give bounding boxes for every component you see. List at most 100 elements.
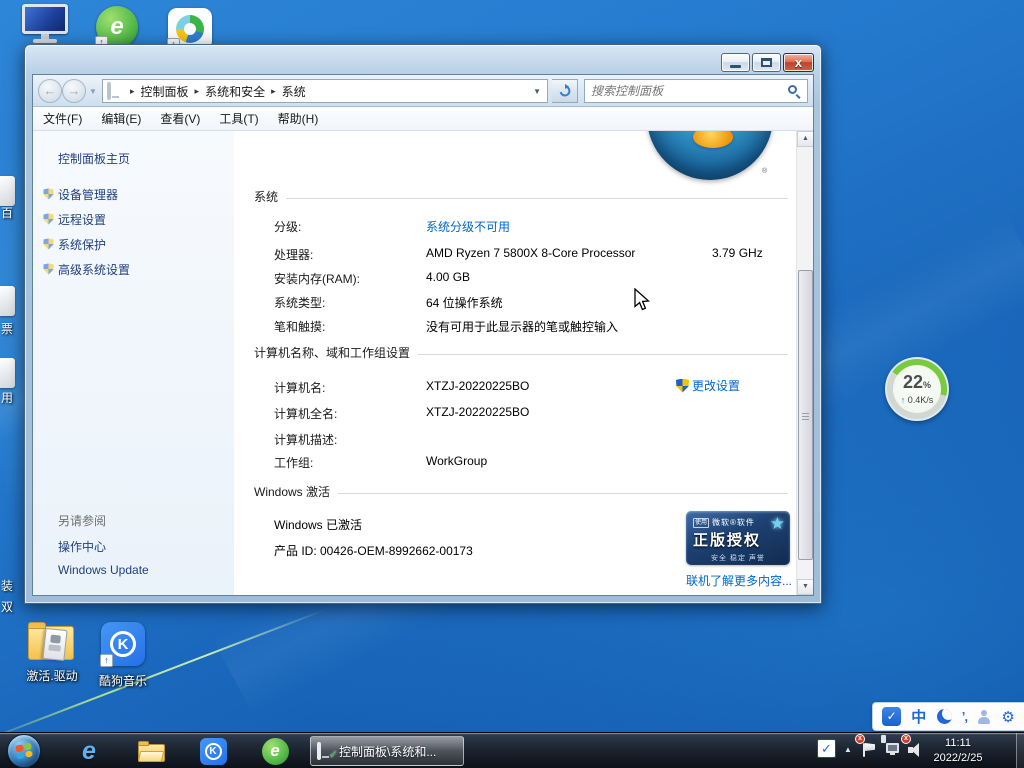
system-control-panel-window: x ← → ▼ ▸ 控制面板 ▸ 系统和安全 ▸ 系统 ▼ <box>24 44 822 604</box>
scrollbar-thumb[interactable] <box>798 270 813 560</box>
sidebar-item-device-manager[interactable]: 设备管理器 <box>58 186 118 203</box>
sidebar-item-advanced-system-settings[interactable]: 高级系统设置 <box>58 261 130 278</box>
sidebar-item-remote-settings[interactable]: 远程设置 <box>58 211 106 228</box>
desktop-icon-activate-driver[interactable]: 激活.驱动 <box>14 622 90 684</box>
breadcrumb-system-security[interactable]: 系统和安全 <box>205 83 265 100</box>
edge-desktop-icon[interactable] <box>0 358 15 388</box>
kugou-icon: K <box>200 738 227 765</box>
learn-more-online-link[interactable]: 联机了解更多内容... <box>686 572 792 589</box>
upload-speed: 0.4K/s <box>908 395 934 405</box>
close-button[interactable]: x <box>783 53 814 72</box>
address-dropdown-icon[interactable]: ▼ <box>533 87 543 96</box>
internet-explorer-icon: e <box>82 737 96 766</box>
search-box[interactable] <box>584 79 808 103</box>
uac-shield-icon <box>43 213 53 224</box>
windows-logo <box>647 131 773 180</box>
360-browser-icon: e <box>262 738 289 765</box>
menu-file[interactable]: 文件(F) <box>43 110 82 127</box>
desktop-icon-computer[interactable] <box>22 4 72 44</box>
row-pen-touch: 笔和触摸: 没有可用于此显示器的笔或触控输入 <box>274 318 788 335</box>
sidebar-item-windows-update[interactable]: Windows Update <box>58 563 149 577</box>
taskbar-item-360-browser[interactable]: e <box>258 737 292 765</box>
row-computer-description: 计算机描述: <box>274 431 788 448</box>
system-page-icon <box>107 84 124 98</box>
ime-chinese-mode-icon[interactable]: 中 <box>911 706 926 727</box>
menu-help[interactable]: 帮助(H) <box>278 110 319 127</box>
taskbar-item-explorer[interactable] <box>134 737 168 765</box>
ime-language-bar[interactable]: ✓ 中 ’, ⚙ <box>872 702 1024 731</box>
show-hidden-icons-button[interactable]: ▲ <box>844 745 852 754</box>
sidebar-item-system-protection[interactable]: 系统保护 <box>58 236 106 253</box>
show-desktop-button[interactable] <box>1016 733 1024 768</box>
address-bar[interactable]: ▸ 控制面板 ▸ 系统和安全 ▸ 系统 ▼ <box>102 79 548 103</box>
scroll-up-button[interactable]: ▲ <box>797 131 814 147</box>
kugou-icon: K ↑ <box>101 622 145 666</box>
desktop-icon-360-browser[interactable]: e ↑ <box>96 6 138 48</box>
window-body: 控制面板主页 设备管理器 远程设置 系统保护 高级系统设置 另请参阅 操作中心 … <box>33 131 813 595</box>
computer-icon <box>22 4 72 44</box>
ime-account-icon[interactable] <box>977 710 991 724</box>
system-window-icon: ✓ <box>317 744 334 758</box>
row-computer-full-name: 计算机全名: XTZJ-20220225BO <box>274 405 788 422</box>
usage-ring: 22% ↑ 0.4K/s <box>887 359 947 419</box>
breadcrumb-separator-icon: ▸ <box>267 86 280 97</box>
recent-pages-dropdown[interactable]: ▼ <box>89 87 97 96</box>
refresh-icon <box>558 84 572 98</box>
section-system: 系统 <box>254 188 788 205</box>
menu-tools[interactable]: 工具(T) <box>219 110 258 127</box>
desktop: e ↑ ↑ 百 票 用 装 双 激活.驱动 K ↑ 酷狗音乐 x ← <box>0 0 1024 768</box>
genuine-microsoft-badge: 使用 微软®软件 ★ 正版授权 安全 稳定 声誉 <box>686 511 790 565</box>
forward-button[interactable]: → <box>62 79 86 103</box>
section-title: 计算机名称、域和工作组设置 <box>254 344 410 361</box>
uac-shield-icon <box>43 238 53 249</box>
change-settings-link[interactable]: 更改设置 <box>676 377 740 394</box>
menu-view[interactable]: 查看(V) <box>160 110 200 127</box>
taskbar-clock[interactable]: 11:11 2022/2/25 <box>922 736 994 766</box>
maximize-button[interactable] <box>752 53 781 72</box>
search-icon[interactable] <box>788 85 801 98</box>
scroll-down-button[interactable]: ▼ <box>797 579 814 595</box>
breadcrumb-separator-icon: ▸ <box>126 86 139 97</box>
badge-star-icon: ★ <box>770 514 785 534</box>
speed-ball-widget[interactable]: 22% ↑ 0.4K/s <box>885 357 949 421</box>
search-input[interactable] <box>591 84 788 98</box>
section-title: Windows 激活 <box>254 483 330 500</box>
window-client-area: ← → ▼ ▸ 控制面板 ▸ 系统和安全 ▸ 系统 ▼ <box>32 74 814 596</box>
row-workgroup: 工作组: WorkGroup <box>274 454 788 471</box>
see-also-header: 另请参阅 <box>58 512 106 529</box>
clock-time: 11:11 <box>922 736 994 751</box>
taskbar-item-kugou[interactable]: K <box>196 737 230 765</box>
start-button[interactable] <box>7 734 41 768</box>
ime-fullwidth-moon-icon[interactable] <box>937 709 952 724</box>
row-system-type: 系统类型: 64 位操作系统 <box>274 294 788 311</box>
ime-logo-icon[interactable]: ✓ <box>882 707 901 726</box>
breadcrumb-system[interactable]: 系统 <box>282 83 306 100</box>
breadcrumb-control-panel[interactable]: 控制面板 <box>141 83 189 100</box>
taskbar: e K e ✓ 控制面板\系统和... ✓ ▲ x x 11 <box>0 732 1024 768</box>
back-button[interactable]: ← <box>38 79 62 103</box>
refresh-button[interactable] <box>552 79 578 103</box>
section-title: 系统 <box>254 188 278 205</box>
minimize-button[interactable] <box>721 53 750 72</box>
taskbar-item-internet-explorer[interactable]: e <box>72 737 106 765</box>
row-memory: 安装内存(RAM): 4.00 GB <box>274 270 788 287</box>
tray-ime-indicator-icon[interactable]: ✓ <box>817 739 836 758</box>
clock-date: 2022/2/25 <box>922 751 994 766</box>
folder-icon <box>138 741 165 762</box>
edge-desktop-icon[interactable] <box>0 176 15 206</box>
rating-unavailable-link[interactable]: 系统分级不可用 <box>426 218 510 235</box>
row-processor: 处理器: AMD Ryzen 7 5800X 8-Core Processor … <box>274 246 788 263</box>
desktop-icon-kugou[interactable]: K ↑ 酷狗音乐 <box>88 622 158 689</box>
sidebar: 控制面板主页 设备管理器 远程设置 系统保护 高级系统设置 另请参阅 操作中心 … <box>33 131 234 595</box>
ime-punctuation-icon[interactable]: ’, <box>962 709 967 724</box>
menu-edit[interactable]: 编辑(E) <box>101 110 141 127</box>
vertical-scrollbar[interactable]: ▲ ▼ <box>796 131 813 595</box>
ime-settings-gear-icon[interactable]: ⚙ <box>1001 708 1014 726</box>
edge-desktop-icon-label: 双 <box>1 598 13 615</box>
edge-desktop-icon[interactable] <box>0 286 15 316</box>
sidebar-item-action-center[interactable]: 操作中心 <box>58 538 106 555</box>
sidebar-item-control-panel-home[interactable]: 控制面板主页 <box>58 150 130 167</box>
usage-percent: 22 <box>903 372 923 392</box>
row-rating: 分级: 系统分级不可用 <box>274 218 788 235</box>
taskbar-active-window-control-panel[interactable]: ✓ 控制面板\系统和... <box>310 736 464 766</box>
